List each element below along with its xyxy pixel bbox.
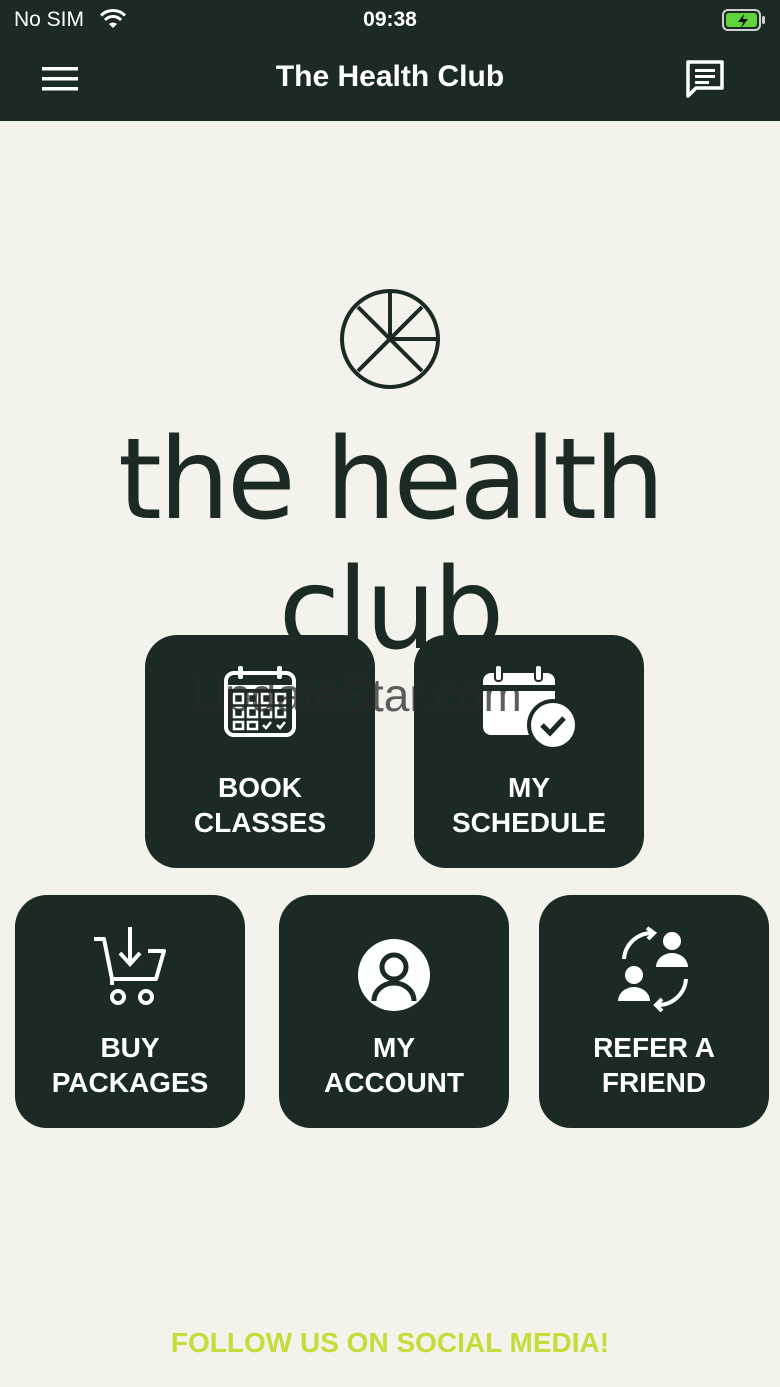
page-title: The Health Club <box>275 60 505 93</box>
book-classes-button[interactable]: BOOK CLASSES <box>145 635 375 868</box>
status-bar: No SIM 09:38 <box>0 0 780 40</box>
my-account-button[interactable]: MY ACCOUNT <box>279 895 509 1128</box>
refer-a-friend-button[interactable]: REFER A FRIEND <box>539 895 769 1128</box>
hamburger-menu-icon[interactable] <box>40 64 80 94</box>
nav-bar: The Health Club <box>0 40 780 121</box>
follow-social-media-link[interactable]: FOLLOW US ON SOCIAL MEDIA! <box>0 1327 780 1359</box>
clock: 09:38 <box>363 8 417 31</box>
chat-message-icon[interactable] <box>684 58 726 100</box>
buy-packages-button[interactable]: BUY PACKAGES <box>15 895 245 1128</box>
my-schedule-button[interactable]: MY SCHEDULE <box>414 635 644 868</box>
refer-friend-icon <box>539 923 769 1018</box>
logo-wordmark: the health club <box>118 415 665 675</box>
calendar-grid-icon <box>145 663 375 748</box>
my-schedule-label: MY SCHEDULE <box>451 772 606 838</box>
buy-packages-label: BUY PACKAGES <box>51 1032 209 1098</box>
battery-charging-icon <box>722 9 766 36</box>
user-avatar-icon <box>279 923 509 1018</box>
calendar-check-icon <box>414 663 644 758</box>
cart-download-icon <box>15 923 245 1018</box>
refer-a-friend-label: REFER A FRIEND <box>593 1032 715 1098</box>
health-club-logo-icon <box>338 287 442 396</box>
book-classes-label: BOOK CLASSES <box>193 772 327 838</box>
my-account-label: MY ACCOUNT <box>324 1032 464 1098</box>
